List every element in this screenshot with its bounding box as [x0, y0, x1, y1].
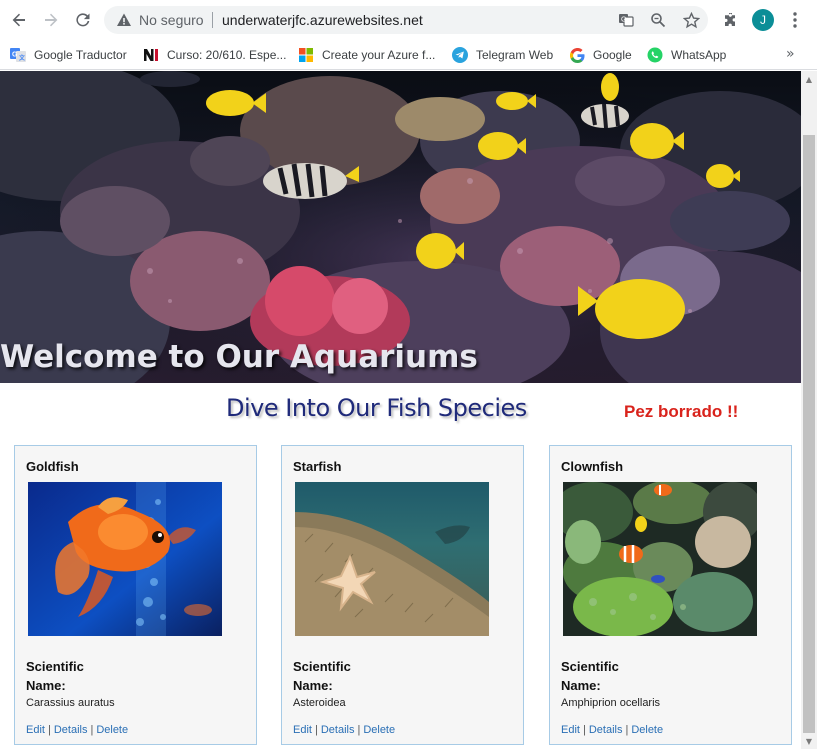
forward-arrow-icon[interactable]	[39, 8, 63, 32]
profile-avatar[interactable]: J	[752, 9, 774, 31]
edit-link[interactable]: Edit	[293, 724, 312, 736]
zoom-icon[interactable]	[649, 11, 667, 29]
divider: |	[582, 724, 586, 736]
bookmark-curso[interactable]: Curso: 20/610. Espe...	[143, 44, 286, 66]
bookmark-telegram[interactable]: Telegram Web	[452, 44, 553, 66]
scroll-down-arrow-icon[interactable]: ▼	[803, 735, 815, 747]
bookmark-star-icon[interactable]	[682, 11, 700, 29]
browser-toolbar: No seguro underwaterjfc.azurewebsites.ne…	[0, 0, 817, 40]
hero-banner: Welcome to Our Aquariums	[0, 71, 801, 383]
scientific-name-value: Carassius auratus	[26, 697, 115, 709]
scientific-name-value: Amphiprion ocellaris	[561, 697, 661, 709]
fish-card: Clownfish Scientific Name: Amphiprion oc…	[549, 445, 792, 745]
bookmark-label: WhatsApp	[671, 48, 727, 62]
fish-image	[295, 482, 489, 636]
ni-icon	[143, 47, 159, 63]
details-link[interactable]: Details	[589, 724, 623, 736]
reload-icon[interactable]	[71, 8, 95, 32]
card-actions: Edit | Details | Delete	[561, 724, 663, 736]
bookmark-label: Google	[593, 48, 632, 62]
scientific-name-value: Asteroidea	[293, 697, 346, 709]
url-text[interactable]: underwaterjfc.azurewebsites.net	[222, 12, 423, 28]
bookmark-label: Google Traductor	[34, 48, 127, 62]
edit-link[interactable]: Edit	[26, 724, 45, 736]
svg-text:G: G	[621, 17, 626, 24]
scientific-name-label: Scientific Name:	[293, 659, 351, 693]
bookmark-label: Curso: 20/610. Espe...	[167, 48, 287, 62]
bookmark-google-translate[interactable]: G文 Google Traductor	[10, 44, 127, 66]
hero-title: Welcome to Our Aquariums	[0, 339, 478, 375]
starfish-illustration	[295, 482, 489, 636]
bookmark-label: Create your Azure f...	[322, 48, 436, 62]
back-arrow-icon[interactable]	[7, 8, 31, 32]
fish-image	[28, 482, 222, 636]
fish-name: Goldfish	[26, 459, 79, 474]
bookmarks-overflow-chevron-icon[interactable]: »	[786, 46, 795, 62]
divider: |	[625, 724, 629, 736]
telegram-icon	[452, 47, 468, 63]
warning-icon[interactable]	[116, 12, 132, 28]
bookmark-whatsapp[interactable]: WhatsApp	[647, 44, 726, 66]
delete-link[interactable]: Delete	[96, 724, 128, 736]
deleted-alert: Pez borrado !!	[624, 402, 739, 421]
divider: |	[47, 724, 51, 736]
clownfish-illustration	[563, 482, 757, 636]
security-label[interactable]: No seguro	[139, 12, 204, 28]
address-separator	[212, 12, 213, 28]
translate-icon[interactable]: G	[617, 11, 635, 29]
fish-card: Goldfish Scientific Name: Carassius aura…	[14, 445, 257, 745]
coral-reef-illustration	[0, 71, 801, 383]
scrollbar-thumb[interactable]	[803, 135, 815, 733]
divider: |	[90, 724, 94, 736]
divider: |	[357, 724, 361, 736]
fish-name: Clownfish	[561, 459, 624, 474]
address-bar[interactable]: No seguro underwaterjfc.azurewebsites.ne…	[104, 6, 708, 34]
fish-card: Starfish Scientific Name: Asteroidea Edi…	[281, 445, 524, 745]
details-link[interactable]: Details	[54, 724, 88, 736]
scroll-up-arrow-icon[interactable]: ▲	[803, 73, 815, 85]
bookmark-label: Telegram Web	[476, 48, 554, 62]
scientific-name-label: Scientific Name:	[26, 659, 84, 693]
fish-name: Starfish	[293, 459, 342, 474]
bookmark-azure[interactable]: Create your Azure f...	[298, 44, 435, 66]
details-link[interactable]: Details	[321, 724, 355, 736]
delete-link[interactable]: Delete	[631, 724, 663, 736]
microsoft-icon	[298, 47, 314, 63]
svg-text:G: G	[12, 52, 18, 59]
fish-image	[563, 482, 757, 636]
divider: |	[314, 724, 318, 736]
svg-text:文: 文	[18, 54, 26, 62]
goldfish-illustration	[28, 482, 222, 636]
card-actions: Edit | Details | Delete	[293, 724, 395, 736]
google-icon	[569, 47, 585, 63]
bookmarks-bar: G文 Google Traductor Curso: 20/610. Espe.…	[0, 40, 817, 70]
card-actions: Edit | Details | Delete	[26, 724, 128, 736]
edit-link[interactable]: Edit	[561, 724, 580, 736]
menu-dots-icon[interactable]	[784, 9, 806, 31]
bookmark-google[interactable]: Google	[569, 44, 632, 66]
delete-link[interactable]: Delete	[363, 724, 395, 736]
google-translate-icon: G文	[10, 47, 26, 63]
extensions-icon[interactable]	[720, 9, 742, 31]
page-viewport: Welcome to Our Aquariums Dive Into Our F…	[0, 71, 801, 749]
scientific-name-label: Scientific Name:	[561, 659, 619, 693]
page-subtitle: Dive Into Our Fish Species	[226, 394, 527, 422]
whatsapp-icon	[647, 47, 663, 63]
